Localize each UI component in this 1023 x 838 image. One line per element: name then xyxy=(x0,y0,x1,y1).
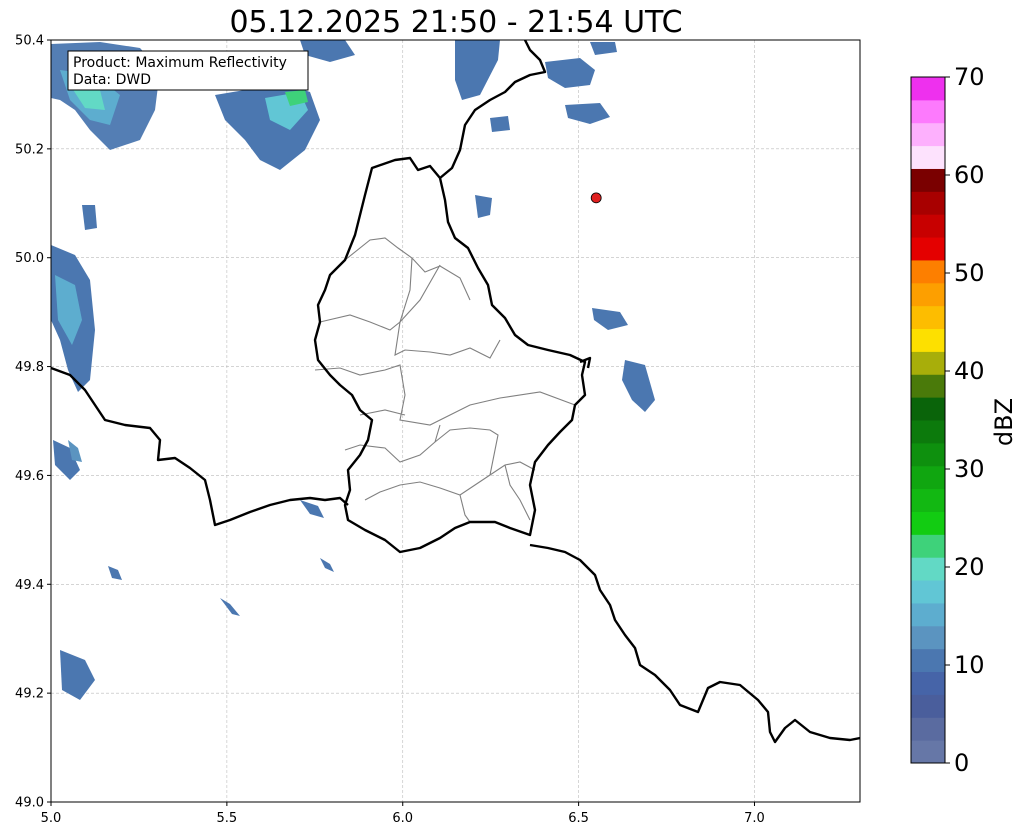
colorbar-tick-label: 30 xyxy=(954,455,985,483)
colorbar-segment xyxy=(911,259,945,284)
colorbar-segment xyxy=(911,397,945,421)
colorbar-segment xyxy=(911,534,945,558)
colorbar-segment xyxy=(911,671,945,695)
y-axis-ticks: 49.0 49.2 49.4 49.6 49.8 50.0 50.2 50.4 xyxy=(15,34,51,811)
colorbar-segment xyxy=(911,214,945,238)
colorbar-segment xyxy=(911,648,945,673)
map-figure: 05.12.2025 21:50 - 21:54 UTC Product: Ma… xyxy=(15,5,1018,826)
y-tick-label: 50.4 xyxy=(15,34,44,49)
colorbar-tick-label: 10 xyxy=(954,651,985,679)
colorbar-tick-label: 60 xyxy=(954,161,985,189)
colorbar-segment xyxy=(911,465,945,490)
map-title: 05.12.2025 21:50 - 21:54 UTC xyxy=(229,5,682,40)
radar-echo-north-center2 xyxy=(490,116,510,132)
colorbar-tick-label: 20 xyxy=(954,553,985,581)
x-tick-label: 6.0 xyxy=(392,811,413,826)
colorbar-segment xyxy=(911,282,945,307)
colorbar-segment xyxy=(911,351,945,375)
colorbar-tick-label: 40 xyxy=(954,357,985,385)
colorbar: 0 10 20 30 40 50 60 70 dBZ xyxy=(910,63,1018,777)
colorbar-segment xyxy=(911,442,945,467)
colorbar-segment xyxy=(911,488,945,512)
colorbar-segment xyxy=(911,420,945,444)
colorbar-segment xyxy=(911,740,945,764)
colorbar-segment xyxy=(911,580,945,604)
colorbar-segment xyxy=(911,168,945,192)
y-tick-label: 49.6 xyxy=(15,469,44,484)
location-marker xyxy=(590,192,602,204)
info-box: Product: Maximum Reflectivity Data: DWD xyxy=(67,50,309,91)
info-box-data: Data: DWD xyxy=(73,72,151,88)
map-background xyxy=(51,40,860,802)
y-tick-label: 49.8 xyxy=(15,360,44,375)
x-tick-label: 5.5 xyxy=(217,811,238,826)
colorbar-segment xyxy=(911,694,945,718)
y-tick-label: 50.2 xyxy=(15,142,44,157)
x-axis-ticks: 5.0 5.5 6.0 6.5 7.0 xyxy=(41,802,765,826)
colorbar-segment xyxy=(911,717,945,741)
colorbar-tick-label: 0 xyxy=(954,749,969,777)
colorbar-segment xyxy=(911,99,945,124)
colorbar-segment xyxy=(911,122,945,147)
colorbar-segment xyxy=(911,305,945,330)
y-tick-label: 49.0 xyxy=(15,796,44,811)
colorbar-segment xyxy=(911,557,945,581)
colorbar-segment xyxy=(911,77,945,101)
colorbar-segments xyxy=(911,77,945,764)
colorbar-ticks: 0 10 20 30 40 50 60 70 xyxy=(945,63,985,777)
colorbar-label: dBZ xyxy=(990,398,1018,446)
colorbar-segment xyxy=(911,511,945,535)
colorbar-segment xyxy=(911,191,945,215)
colorbar-segment xyxy=(911,625,945,650)
colorbar-tick-label: 70 xyxy=(954,63,985,91)
x-tick-label: 5.0 xyxy=(41,811,62,826)
map-panel: Product: Maximum Reflectivity Data: DWD … xyxy=(15,34,861,826)
colorbar-segment xyxy=(911,328,945,352)
colorbar-segment xyxy=(911,237,945,261)
x-tick-label: 6.5 xyxy=(568,811,589,826)
y-tick-label: 49.4 xyxy=(15,578,44,593)
y-tick-label: 50.0 xyxy=(15,251,44,266)
info-box-product: Product: Maximum Reflectivity xyxy=(73,55,287,71)
x-tick-label: 7.0 xyxy=(744,811,765,826)
colorbar-tick-label: 50 xyxy=(954,259,985,287)
colorbar-segment xyxy=(911,602,945,627)
y-tick-label: 49.2 xyxy=(15,687,44,702)
colorbar-segment xyxy=(911,374,945,398)
colorbar-segment xyxy=(911,145,945,169)
